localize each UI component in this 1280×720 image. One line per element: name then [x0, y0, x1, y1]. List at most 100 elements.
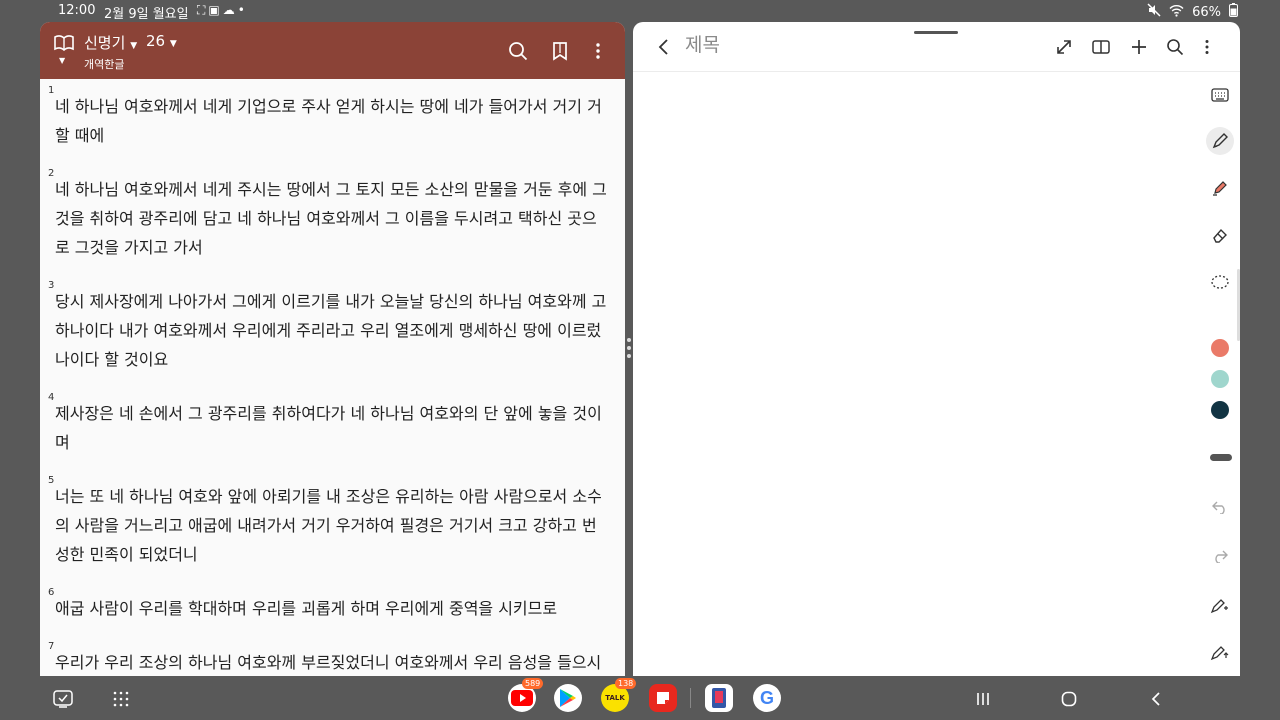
verse-text: 제사장은 네 손에서 그 광주리를 취하여다가 네 하나님 여호와의 단 앞에 …	[55, 404, 602, 452]
keyboard-icon	[1211, 88, 1229, 102]
back-button[interactable]	[653, 36, 675, 58]
verse-item[interactable]: 1 네 하나님 여호와께서 네게 기업으로 주사 얻게 하시는 땅에 네가 들어…	[48, 85, 611, 150]
scrollbar[interactable]	[1237, 269, 1240, 341]
notification-badge: 138	[615, 678, 637, 689]
split-view-divider[interactable]	[625, 22, 633, 676]
status-date: 2월 9일 월요일	[104, 7, 189, 22]
mute-icon	[1147, 3, 1161, 21]
split-book-icon	[1092, 40, 1110, 54]
notes-header	[633, 22, 1240, 72]
redo-icon	[1215, 550, 1228, 563]
verse-text: 네 하나님 여호와께서 네게 주시는 땅에서 그 토지 모든 소산의 맏물을 거…	[55, 180, 607, 257]
google-app[interactable]: G	[753, 684, 781, 712]
eraser-tool-button[interactable]	[1206, 221, 1234, 249]
pen-sparkle-icon	[1210, 599, 1228, 614]
recent-apps-panel-button[interactable]	[50, 686, 76, 712]
play-store-icon	[560, 689, 576, 707]
verse-number: 2	[48, 168, 55, 179]
verse-number: 1	[48, 85, 55, 96]
battery-icon	[1229, 3, 1238, 21]
notes-pane	[633, 22, 1240, 676]
gallery-icon: ▣	[208, 3, 223, 17]
version-label[interactable]: 개역한글	[84, 56, 124, 72]
lasso-icon	[1211, 275, 1229, 289]
app-drawer-button[interactable]	[108, 686, 134, 712]
book-view-button[interactable]	[1089, 35, 1113, 59]
status-notification-icons: ⛶▣☁•	[197, 3, 248, 18]
verse-item[interactable]: 2 네 하나님 여호와께서 네게 주시는 땅에서 그 토지 모든 소산의 맏물을…	[48, 168, 611, 262]
chevron-down-icon: ▼	[130, 41, 138, 51]
add-button[interactable]	[1127, 35, 1151, 59]
open-book-icon[interactable]	[53, 32, 75, 54]
search-icon	[509, 42, 528, 61]
youtube-icon	[511, 690, 533, 706]
grid-icon	[113, 691, 129, 707]
verse-item[interactable]: 7 우리가 우리 조상의 하나님 여호와께 부르짖었더니 여호와께서 우리 음성…	[48, 641, 611, 676]
note-icon	[657, 692, 669, 704]
undo-button[interactable]	[1206, 493, 1234, 521]
note-title-input[interactable]	[685, 34, 985, 56]
highlighter-tool-button[interactable]	[1206, 174, 1234, 202]
ai-pen-button[interactable]	[1206, 591, 1234, 619]
home-button[interactable]	[1056, 686, 1082, 712]
bible-header: ▼ 신명기 ▼ 26 ▼ 개역한글	[40, 22, 625, 79]
wifi-icon	[1169, 4, 1184, 21]
pen-icon	[1212, 133, 1228, 149]
keyboard-button[interactable]	[1206, 81, 1234, 109]
battery-percent: 66%	[1192, 4, 1221, 20]
redo-button[interactable]	[1206, 542, 1234, 570]
verse-text: 애굽 사람이 우리를 학대하며 우리를 괴롭게 하며 우리에게 중역을 시키므로	[55, 599, 558, 618]
verse-list[interactable]: 1 네 하나님 여호와께서 네게 기업으로 주사 얻게 하시는 땅에 네가 들어…	[40, 79, 625, 676]
chevron-down-icon: ▼	[169, 39, 177, 49]
color-swatch-coral[interactable]	[1211, 339, 1229, 357]
note-canvas[interactable]	[633, 73, 1201, 676]
lasso-tool-button[interactable]	[1206, 268, 1234, 296]
back-icon	[1151, 692, 1160, 706]
expand-button[interactable]	[1052, 35, 1076, 59]
notes-app[interactable]	[649, 684, 677, 712]
book-name: 신명기	[84, 34, 126, 52]
kakaotalk-app[interactable]: TALK 138	[601, 678, 637, 712]
verse-item[interactable]: 6 애굽 사람이 우리를 학대하며 우리를 괴롭게 하며 우리에게 중역을 시키…	[48, 587, 611, 623]
bible-app[interactable]	[705, 684, 733, 712]
verse-item[interactable]: 4 제사장은 네 손에서 그 광주리를 취하여다가 네 하나님 여호와의 단 앞…	[48, 392, 611, 457]
color-swatch-mint[interactable]	[1211, 370, 1229, 388]
google-icon: G	[759, 687, 774, 708]
verse-item[interactable]: 5 너는 또 네 하나님 여호와 앞에 아뢰기를 내 조상은 유리하는 아람 사…	[48, 475, 611, 569]
verse-number: 6	[48, 587, 55, 598]
nav-back-button[interactable]	[1143, 686, 1169, 712]
pen-thickness-indicator[interactable]	[1210, 454, 1232, 461]
bookmark-button[interactable]	[547, 38, 573, 64]
recents-button[interactable]	[970, 686, 996, 712]
verse-text: 네 하나님 여호와께서 네게 기업으로 주사 얻게 하시는 땅에 네가 들어가서…	[55, 97, 602, 145]
dot-icon: •	[237, 3, 248, 17]
pen-toolbar	[1200, 73, 1240, 676]
youtube-app[interactable]: 589	[508, 678, 544, 712]
eraser-icon	[1213, 228, 1227, 243]
bookmark-icon	[553, 42, 567, 61]
verse-text: 너는 또 네 하나님 여호와 앞에 아뢰기를 내 조상은 유리하는 아람 사람으…	[55, 487, 602, 564]
notification-badge: 589	[522, 678, 544, 689]
pen-tool-button[interactable]	[1206, 127, 1234, 155]
bible-app-icon	[712, 688, 726, 708]
book-selector[interactable]: 신명기 ▼	[84, 32, 137, 53]
verse-item[interactable]: 3 당시 제사장에게 나아가서 그에게 이르기를 내가 오늘날 당신의 하나님 …	[48, 280, 611, 374]
play-store-app[interactable]	[554, 684, 582, 712]
pen-settings-button[interactable]	[1206, 638, 1234, 666]
chevron-down-icon[interactable]: ▼	[59, 56, 65, 65]
drag-handle-icon	[627, 338, 631, 358]
verse-text: 당시 제사장에게 나아가서 그에게 이르기를 내가 오늘날 당신의 하나님 여호…	[55, 292, 607, 369]
color-swatch-navy[interactable]	[1211, 401, 1229, 419]
recents-icon	[977, 693, 989, 705]
more-options-button[interactable]	[585, 38, 611, 64]
chevron-left-icon	[658, 39, 668, 55]
screenshot-icon: ⛶	[197, 3, 209, 17]
kakaotalk-icon: TALK	[605, 694, 625, 702]
verse-text: 우리가 우리 조상의 하나님 여호와께 부르짖었더니 여호와께서 우리 음성을 …	[55, 653, 602, 672]
notes-more-button[interactable]	[1195, 35, 1219, 59]
status-time: 12:00	[58, 3, 96, 18]
notes-search-button[interactable]	[1163, 35, 1187, 59]
plus-icon	[1132, 40, 1146, 54]
search-button[interactable]	[505, 38, 531, 64]
chapter-selector[interactable]: 26 ▼	[146, 32, 177, 50]
